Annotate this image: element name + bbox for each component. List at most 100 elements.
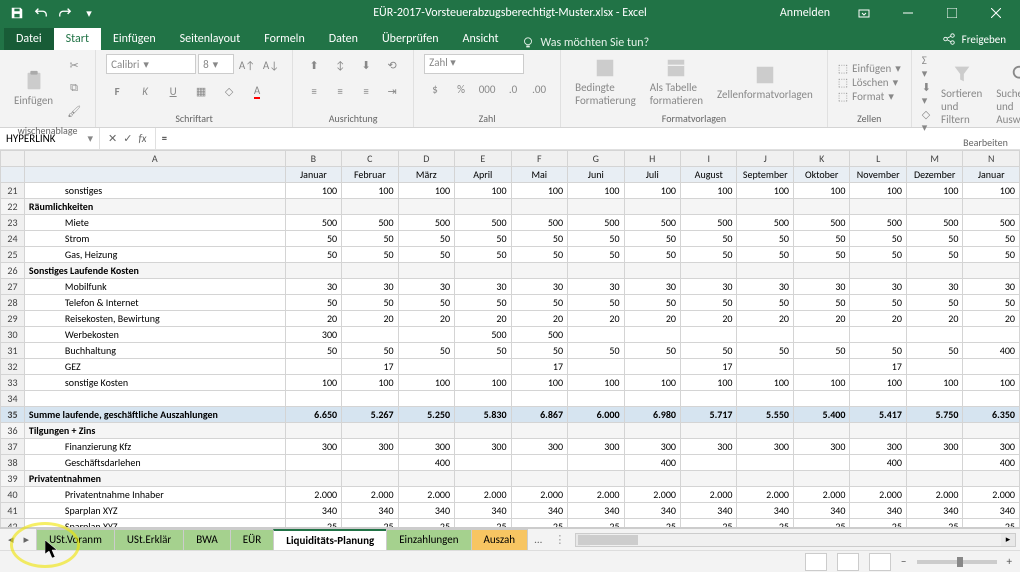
minimize-icon[interactable] (888, 0, 928, 26)
cell[interactable] (342, 391, 398, 407)
cell[interactable]: 50 (850, 231, 906, 247)
cell[interactable]: November (850, 167, 906, 183)
cell[interactable]: 20 (511, 311, 567, 327)
cell[interactable]: Finanzierung Kfz (24, 439, 285, 455)
cell[interactable] (793, 423, 849, 439)
cell[interactable]: 6.650 (285, 407, 341, 423)
cell[interactable]: 50 (455, 231, 511, 247)
col-header[interactable]: M (906, 151, 962, 167)
align-right-icon[interactable]: ≡ (355, 80, 377, 102)
cell[interactable]: 100 (568, 183, 624, 199)
border-icon[interactable]: ▦ (190, 80, 212, 102)
col-header[interactable]: N (963, 151, 1020, 167)
cell[interactable]: Miete (24, 215, 285, 231)
align-bottom-icon[interactable]: ⬇ (355, 54, 377, 76)
cell[interactable] (963, 471, 1020, 487)
font-name-select[interactable]: Calibri ▾ (106, 54, 196, 74)
cell[interactable]: 30 (568, 279, 624, 295)
cell[interactable]: 20 (793, 311, 849, 327)
cell[interactable] (737, 359, 793, 375)
row-header[interactable]: 40 (1, 487, 25, 503)
cell[interactable] (793, 327, 849, 343)
cell[interactable]: 500 (737, 215, 793, 231)
cell[interactable] (681, 199, 737, 215)
cell[interactable]: 300 (455, 439, 511, 455)
formula-input[interactable]: = (156, 132, 1020, 145)
cell[interactable] (793, 199, 849, 215)
cell[interactable]: 100 (511, 375, 567, 391)
inc-decimal-icon[interactable]: .0 (502, 78, 524, 100)
cell[interactable]: 30 (398, 279, 454, 295)
cell[interactable]: 50 (511, 247, 567, 263)
tab-start[interactable]: Start (54, 28, 101, 50)
ribbon-options-icon[interactable] (844, 0, 884, 26)
cell[interactable]: 50 (906, 231, 962, 247)
cell[interactable]: 340 (681, 503, 737, 519)
cell[interactable]: 25 (681, 519, 737, 529)
col-header[interactable] (1, 151, 25, 167)
cell[interactable] (737, 199, 793, 215)
cell[interactable]: 100 (681, 375, 737, 391)
cell[interactable] (455, 471, 511, 487)
cell[interactable]: 30 (850, 279, 906, 295)
cell[interactable]: 50 (737, 231, 793, 247)
cell[interactable] (511, 471, 567, 487)
page-break-view-icon[interactable] (869, 553, 891, 571)
cell[interactable]: 20 (455, 311, 511, 327)
cell[interactable]: 50 (511, 295, 567, 311)
cell[interactable] (455, 263, 511, 279)
cell[interactable]: Reisekosten, Bewirtung (24, 311, 285, 327)
cell[interactable]: 50 (398, 343, 454, 359)
cell[interactable] (850, 471, 906, 487)
cell[interactable]: 50 (568, 247, 624, 263)
col-header[interactable]: A (24, 151, 285, 167)
cell[interactable]: Buchhaltung (24, 343, 285, 359)
cell[interactable]: 300 (568, 439, 624, 455)
row-header[interactable]: 37 (1, 439, 25, 455)
decrease-font-icon[interactable]: A↓ (260, 54, 282, 76)
cell[interactable] (342, 423, 398, 439)
cell[interactable]: 400 (850, 455, 906, 471)
row-header[interactable]: 25 (1, 247, 25, 263)
cell[interactable]: 2.000 (398, 487, 454, 503)
cell[interactable] (963, 359, 1020, 375)
cell[interactable] (398, 263, 454, 279)
cell[interactable]: 2.000 (906, 487, 962, 503)
cell[interactable]: Dezember (906, 167, 962, 183)
cell[interactable]: 300 (793, 439, 849, 455)
spreadsheet-grid[interactable]: ABCDEFGHIJKLMNJanuarFebruarMärzAprilMaiJ… (0, 150, 1020, 528)
cell[interactable]: 30 (681, 279, 737, 295)
italic-icon[interactable]: K (134, 80, 156, 102)
cell[interactable] (906, 199, 962, 215)
cell[interactable]: Mai (511, 167, 567, 183)
align-center-icon[interactable]: ≡ (329, 80, 351, 102)
underline-icon[interactable]: U (162, 80, 184, 102)
cell[interactable]: 500 (906, 215, 962, 231)
cell[interactable] (568, 471, 624, 487)
cell[interactable]: Januar (285, 167, 341, 183)
cell[interactable]: 300 (963, 439, 1020, 455)
cell[interactable] (285, 359, 341, 375)
cell[interactable]: 20 (681, 311, 737, 327)
fill-color-icon[interactable]: ◇ (218, 80, 240, 102)
cell[interactable]: 340 (850, 503, 906, 519)
cell[interactable]: 50 (681, 247, 737, 263)
format-painter-icon[interactable]: 🖌 (63, 100, 85, 122)
cell[interactable] (511, 455, 567, 471)
cell[interactable]: Räumlichkeiten (24, 199, 285, 215)
cell[interactable]: 300 (398, 439, 454, 455)
cell[interactable]: 340 (624, 503, 680, 519)
fx-icon[interactable]: fx (138, 132, 146, 145)
cell[interactable]: 50 (906, 343, 962, 359)
cell[interactable]: 20 (963, 311, 1020, 327)
cell[interactable]: 400 (963, 455, 1020, 471)
cell[interactable]: 100 (850, 375, 906, 391)
cell[interactable] (455, 359, 511, 375)
cell[interactable]: Sonstiges Laufende Kosten (24, 263, 285, 279)
orientation-icon[interactable]: ⟲ (381, 54, 403, 76)
row-header[interactable]: 36 (1, 423, 25, 439)
number-format-select[interactable]: Zahl ▾ (424, 54, 524, 74)
cell[interactable]: 50 (624, 343, 680, 359)
cell[interactable]: 50 (285, 231, 341, 247)
cell[interactable]: 50 (681, 231, 737, 247)
